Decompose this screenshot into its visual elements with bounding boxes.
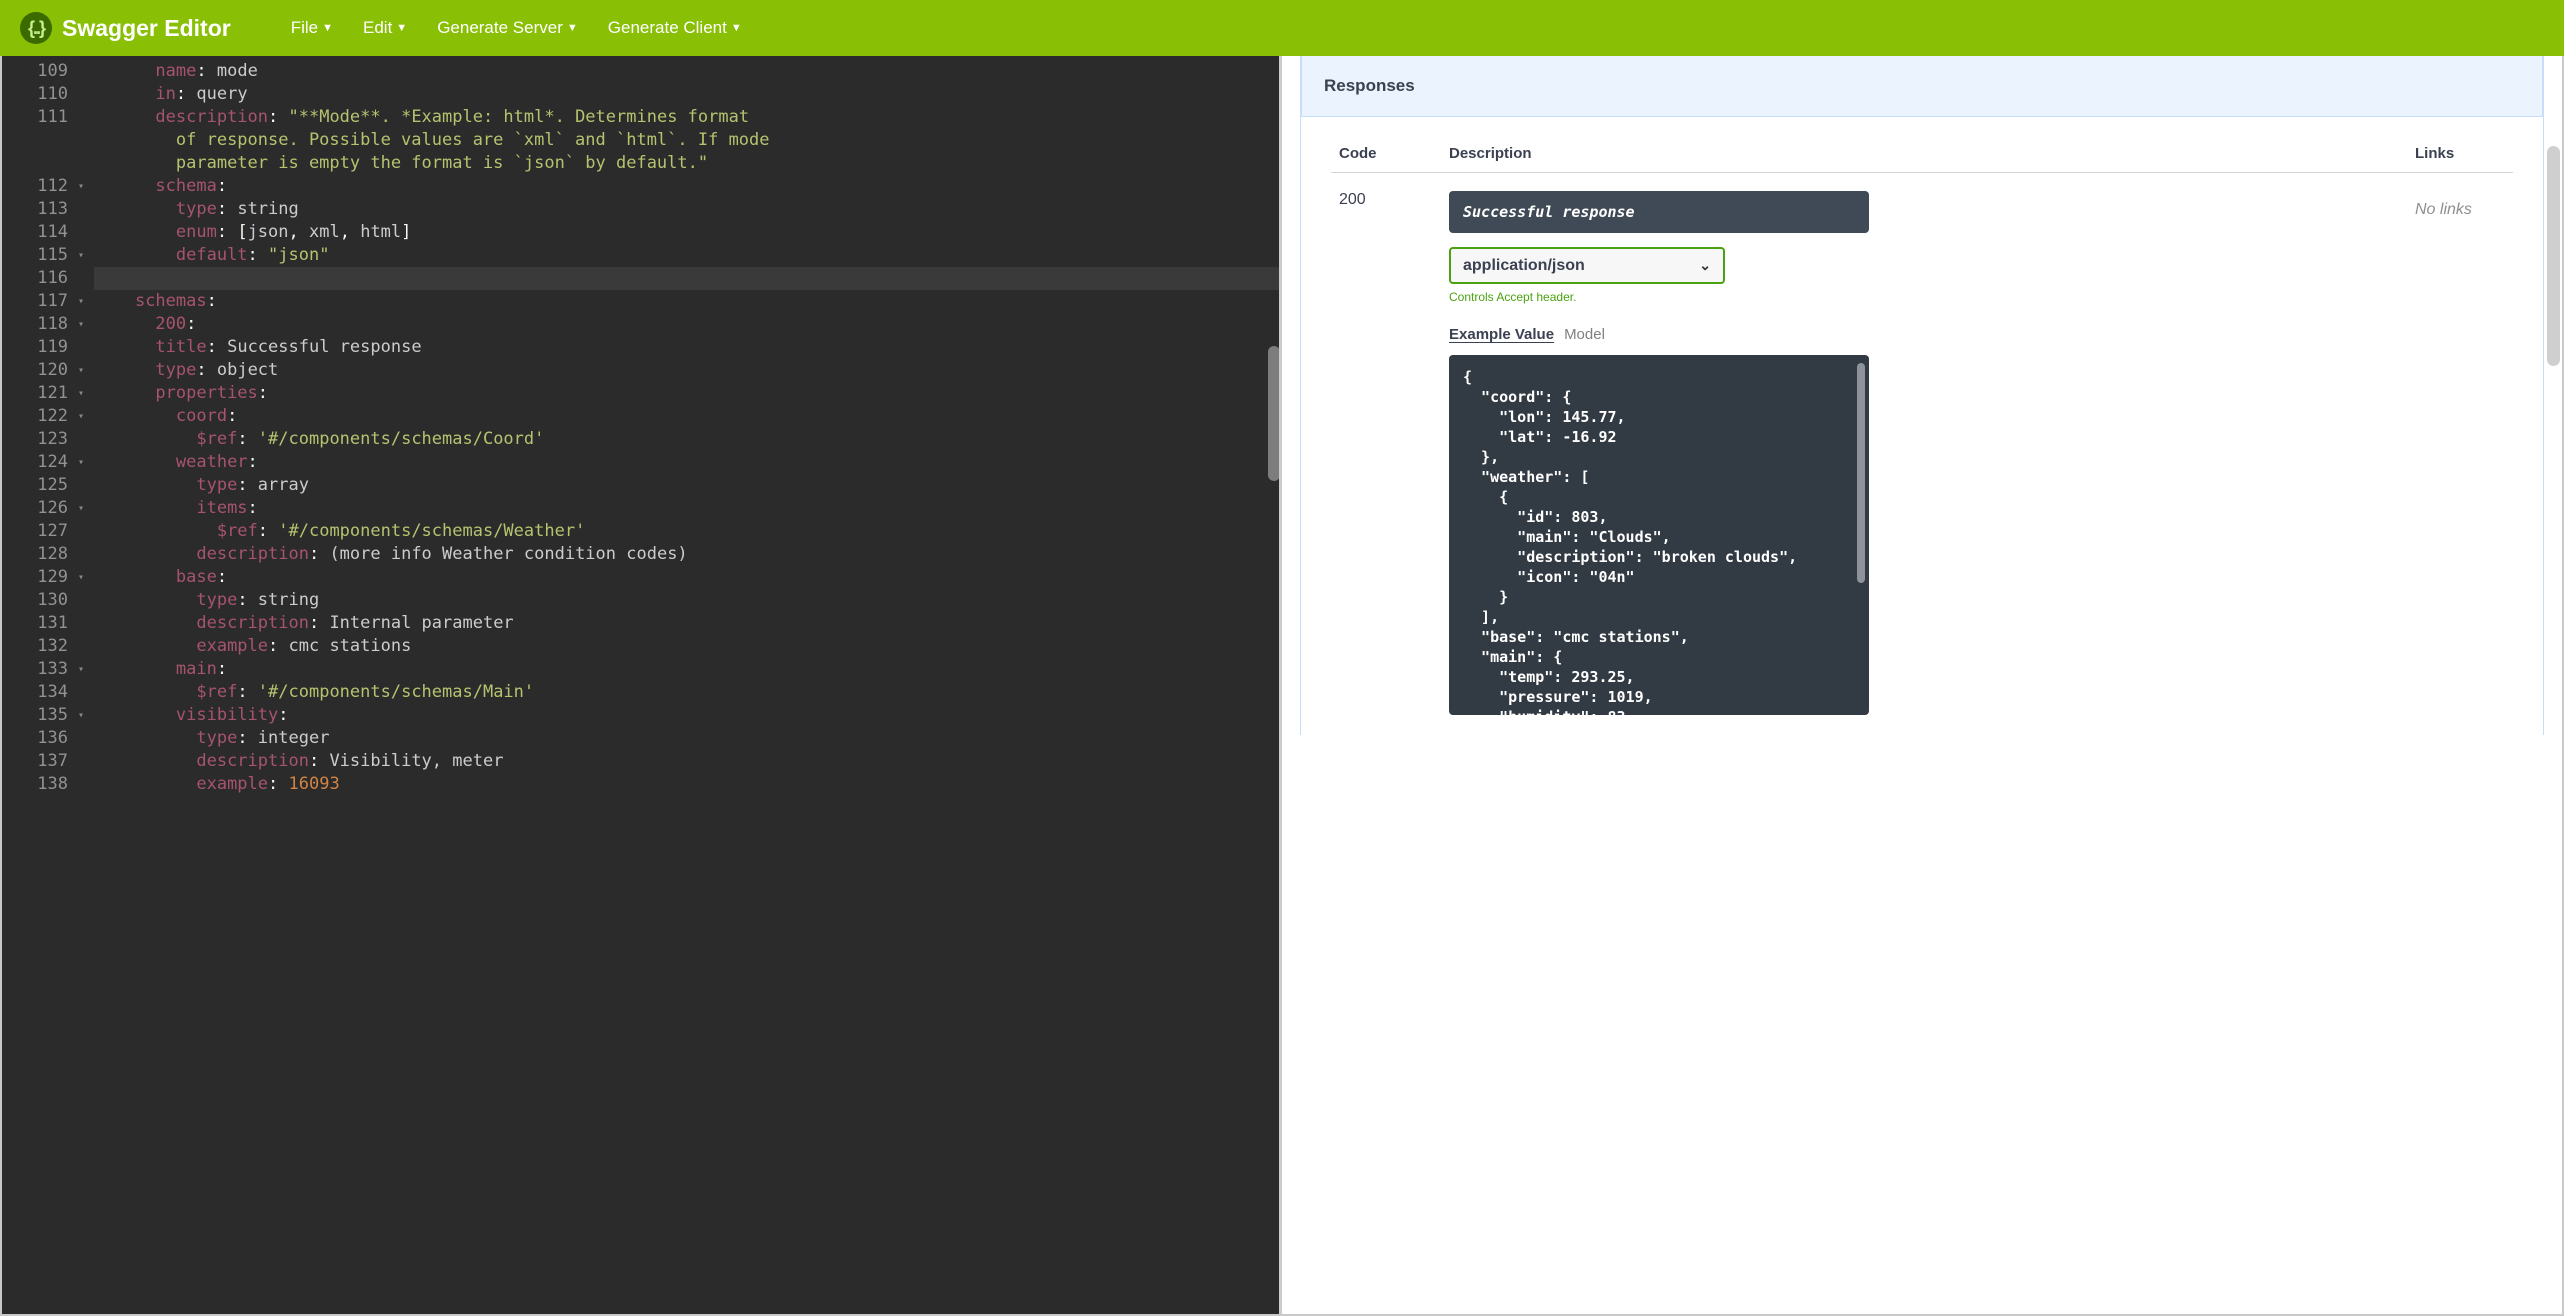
doc-scrollbar[interactable] bbox=[2547, 56, 2560, 1314]
example-value-json[interactable]: { "coord": { "lon": 145.77, "lat": -16.9… bbox=[1449, 355, 1869, 715]
col-header-description: Description bbox=[1449, 145, 2415, 162]
menu-file[interactable]: File▼ bbox=[291, 18, 333, 38]
caret-down-icon: ▼ bbox=[567, 22, 578, 34]
response-row-200: 200 Successful response application/json… bbox=[1331, 173, 2513, 715]
caret-down-icon: ▼ bbox=[396, 22, 407, 34]
app-title: Swagger Editor bbox=[62, 15, 231, 42]
example-model-tabs: Example Value Model bbox=[1449, 326, 2415, 343]
menu-edit[interactable]: Edit▼ bbox=[363, 18, 407, 38]
tab-example-value[interactable]: Example Value bbox=[1449, 326, 1554, 343]
logo: {..} Swagger Editor bbox=[20, 12, 231, 44]
responses-section-header: Responses bbox=[1301, 56, 2543, 117]
tab-model[interactable]: Model bbox=[1564, 326, 1605, 343]
chevron-down-icon: ⌄ bbox=[1699, 257, 1711, 274]
media-type-help: Controls Accept header. bbox=[1449, 290, 2415, 304]
topbar: {..} Swagger Editor File▼ Edit▼ Generate… bbox=[0, 0, 2564, 56]
menus: File▼ Edit▼ Generate Server▼ Generate Cl… bbox=[291, 18, 742, 38]
doc-scrollbar-thumb[interactable] bbox=[2547, 146, 2560, 366]
response-code: 200 bbox=[1339, 191, 1449, 209]
editor-code[interactable]: name: mode in: query description: "**Mod… bbox=[74, 56, 1282, 1314]
doc-pane[interactable]: Responses Code Description Links 200 Suc… bbox=[1282, 56, 2562, 1314]
split-container: 109110111 112113114115116117118119120121… bbox=[0, 56, 2564, 1316]
caret-down-icon: ▼ bbox=[322, 22, 333, 34]
responses-table-header: Code Description Links bbox=[1331, 117, 2513, 173]
menu-generate-client[interactable]: Generate Client▼ bbox=[608, 18, 742, 38]
swagger-logo-icon: {..} bbox=[20, 12, 52, 44]
menu-generate-server[interactable]: Generate Server▼ bbox=[437, 18, 578, 38]
response-links: No links bbox=[2415, 191, 2505, 219]
response-description-cell: Successful response application/json ⌄ C… bbox=[1449, 191, 2415, 715]
media-type-value: application/json bbox=[1463, 257, 1585, 275]
editor-pane[interactable]: 109110111 112113114115116117118119120121… bbox=[2, 56, 1282, 1314]
editor-gutter: 109110111 112113114115116117118119120121… bbox=[2, 56, 74, 1314]
media-type-select[interactable]: application/json ⌄ bbox=[1449, 247, 1725, 284]
col-header-code: Code bbox=[1339, 145, 1449, 162]
col-header-links: Links bbox=[2415, 145, 2505, 162]
responses-heading: Responses bbox=[1324, 76, 2520, 96]
caret-down-icon: ▼ bbox=[731, 22, 742, 34]
example-scrollbar-thumb[interactable] bbox=[1857, 363, 1865, 583]
response-description-box: Successful response bbox=[1449, 191, 1869, 233]
